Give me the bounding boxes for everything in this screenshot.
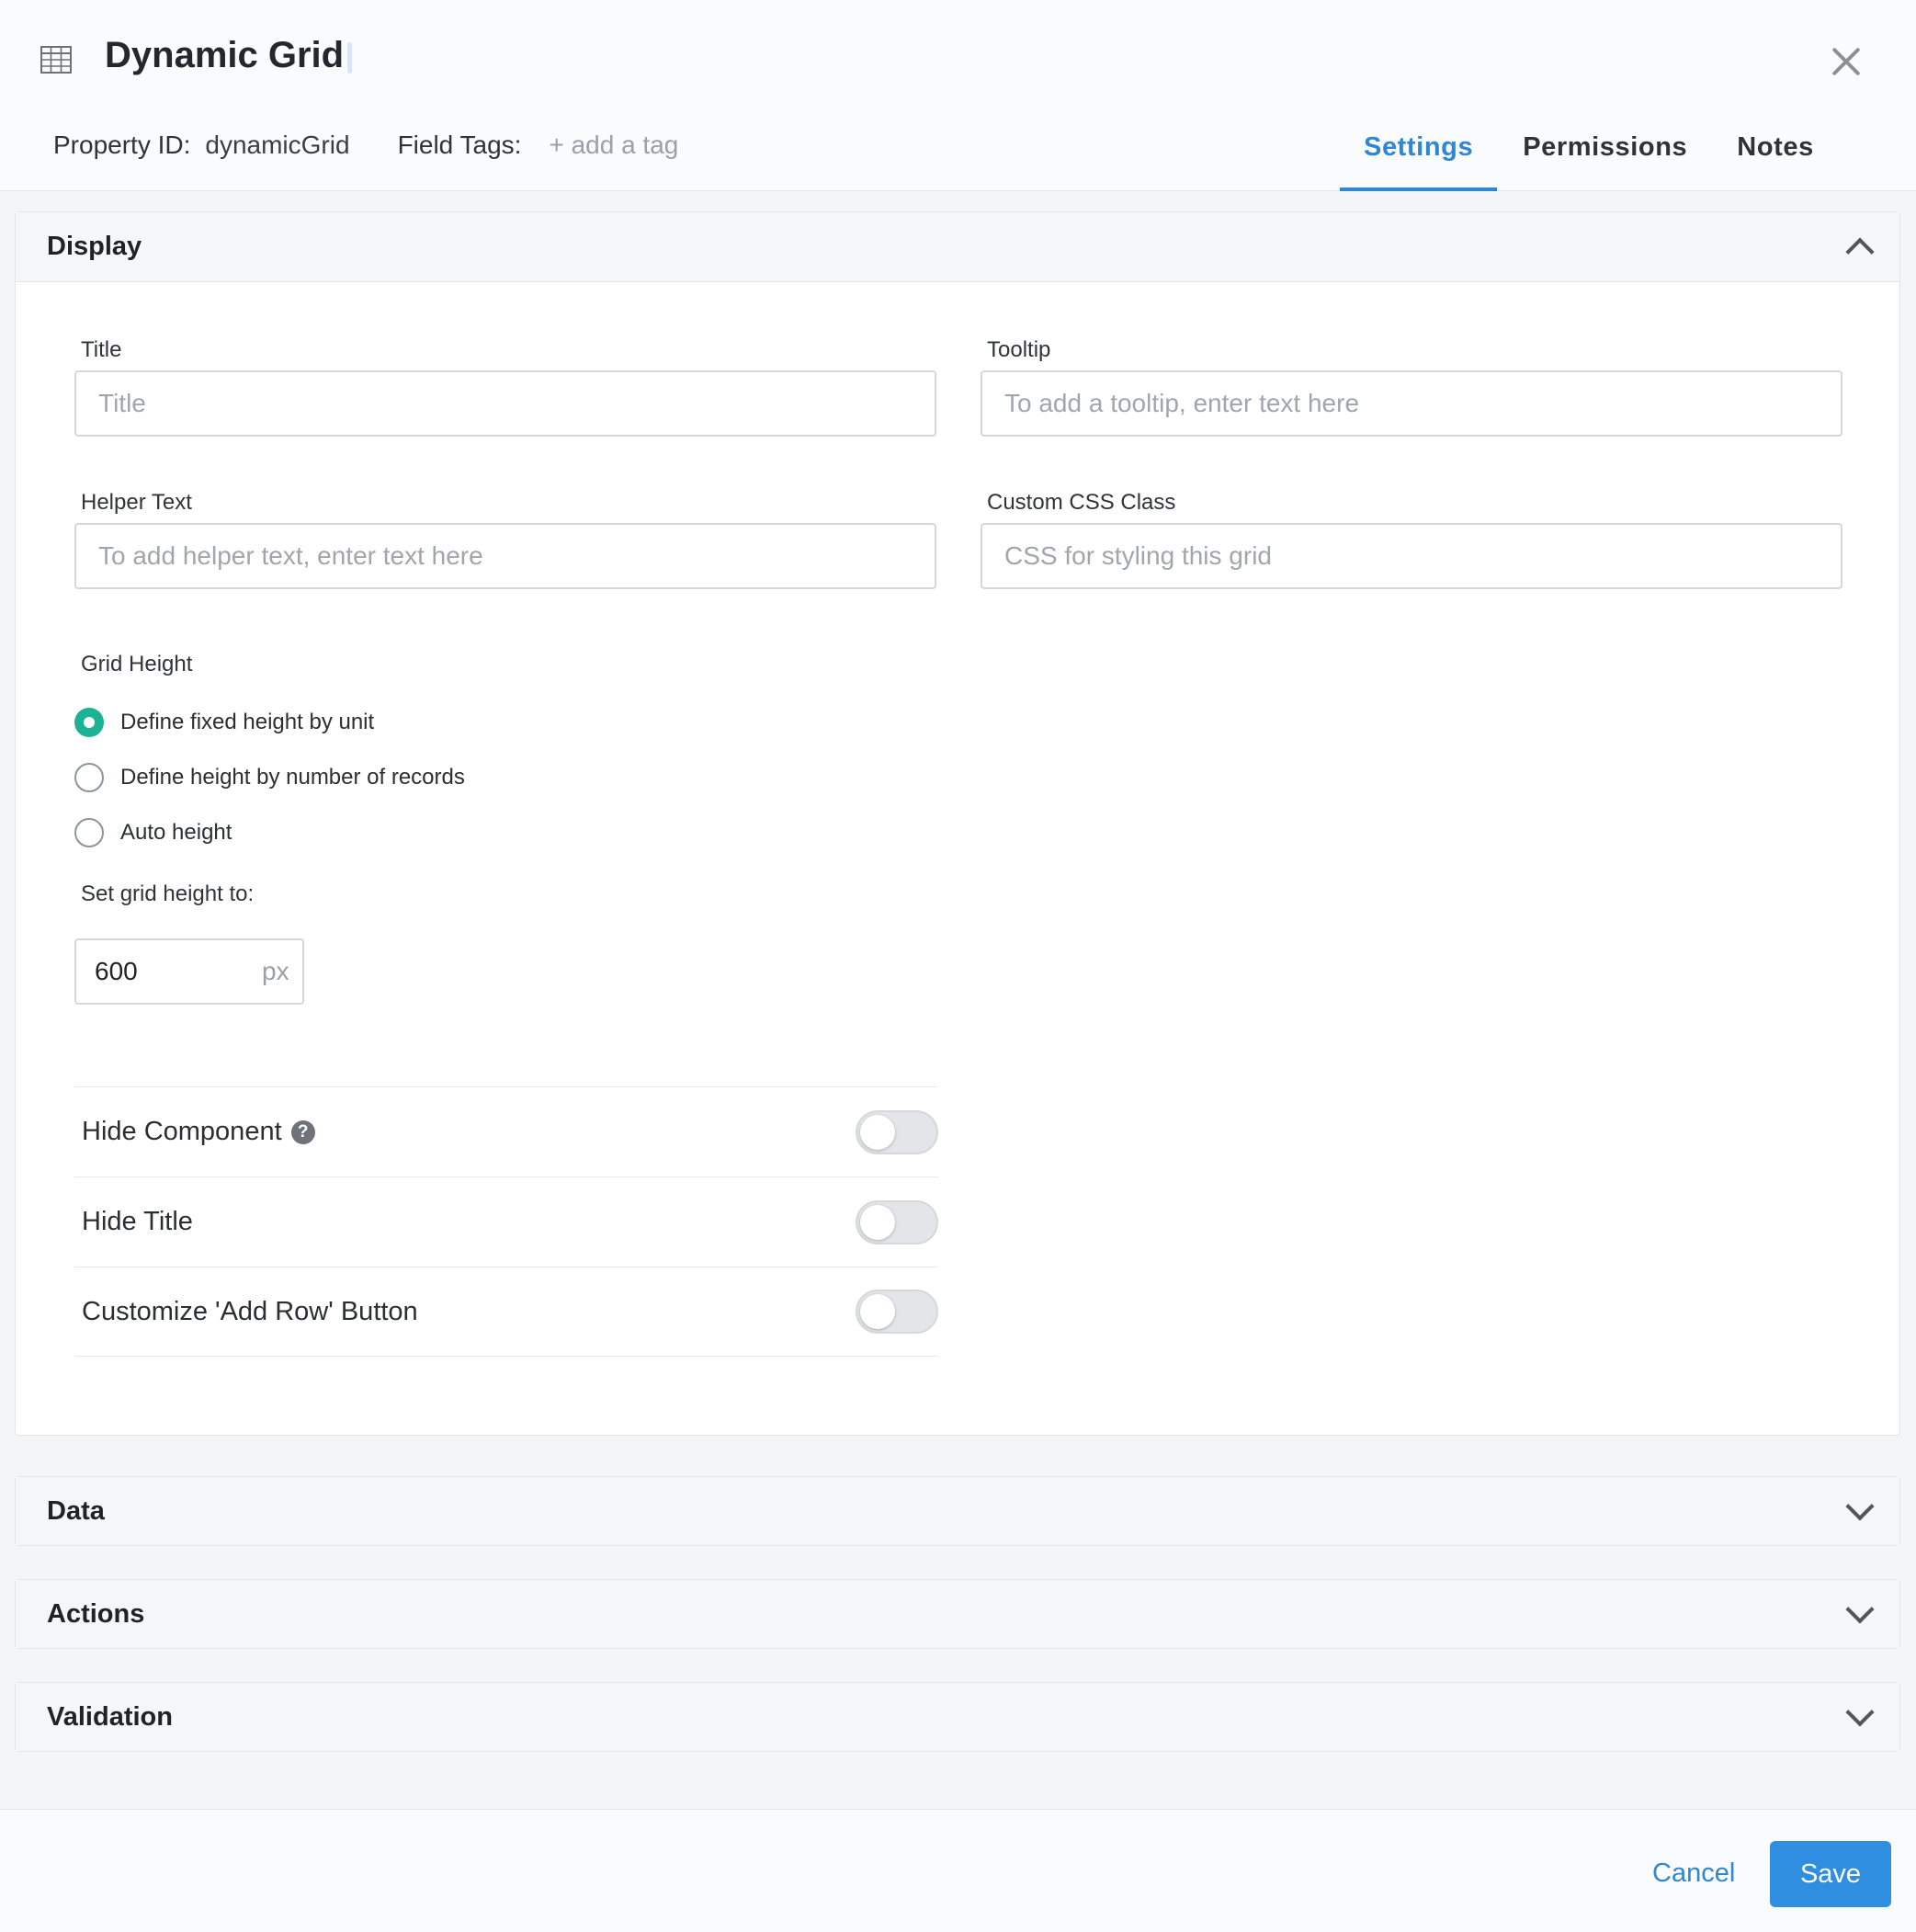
data-panel: Data — [15, 1476, 1900, 1546]
help-icon[interactable]: ? — [290, 1119, 315, 1144]
hide-title-label: Hide Title — [82, 1207, 193, 1236]
radio-label: Define fixed height by unit — [120, 710, 375, 734]
customize-add-row-label: Customize 'Add Row' Button — [82, 1296, 418, 1326]
validation-panel-title: Validation — [47, 1701, 173, 1732]
title-input[interactable] — [74, 370, 936, 437]
modal-footer: Cancel Save — [0, 1809, 1916, 1932]
hide-component-row: Hide Component ? — [74, 1086, 938, 1176]
radio-height-by-records[interactable]: Define height by number of records — [74, 763, 465, 792]
helper-text-label: Helper Text — [81, 490, 192, 515]
custom-css-label: Custom CSS Class — [987, 490, 1176, 515]
chevron-down-icon[interactable] — [1845, 1492, 1875, 1521]
hide-title-toggle[interactable] — [856, 1199, 938, 1244]
grid-height-input[interactable] — [95, 957, 260, 986]
field-settings-modal: Dynamic Grid Property ID: dynamicGrid Fi… — [0, 0, 1916, 1932]
tab-permissions[interactable]: Permissions — [1499, 119, 1711, 191]
field-tags-label: Field Tags: — [397, 131, 522, 159]
cancel-button[interactable]: Cancel — [1636, 1841, 1752, 1905]
radio-label: Define height by number of records — [120, 765, 465, 790]
radio-fixed-height[interactable]: Define fixed height by unit — [74, 708, 374, 737]
hide-component-toggle[interactable] — [856, 1109, 938, 1154]
grid-height-field: px — [74, 938, 304, 1005]
customize-add-row-row: Customize 'Add Row' Button — [74, 1267, 938, 1357]
custom-css-input[interactable] — [981, 523, 1842, 589]
actions-panel: Actions — [15, 1579, 1900, 1649]
radio-button[interactable] — [74, 818, 104, 847]
add-tag-link[interactable]: + add a tag — [549, 131, 678, 160]
customize-add-row-toggle[interactable] — [856, 1290, 938, 1334]
validation-panel-header[interactable]: Validation — [16, 1683, 1899, 1751]
radio-label: Auto height — [120, 820, 232, 845]
chevron-up-icon[interactable] — [1845, 236, 1875, 267]
close-icon[interactable] — [1831, 46, 1862, 77]
title-edit-caret — [347, 42, 352, 74]
tab-settings[interactable]: Settings — [1340, 119, 1498, 191]
actions-panel-header[interactable]: Actions — [16, 1580, 1899, 1648]
radio-auto-height[interactable]: Auto height — [74, 818, 232, 847]
validation-panel: Validation — [15, 1682, 1900, 1752]
modal-header: Dynamic Grid Property ID: dynamicGrid Fi… — [0, 0, 1916, 191]
tab-bar: Settings Permissions Notes — [1340, 119, 1838, 191]
save-button[interactable]: Save — [1770, 1841, 1891, 1907]
set-height-label: Set grid height to: — [81, 881, 255, 906]
title-field-label: Title — [81, 337, 122, 362]
radio-button[interactable] — [74, 763, 104, 792]
data-panel-header[interactable]: Data — [16, 1477, 1899, 1545]
chevron-down-icon[interactable] — [1845, 1698, 1875, 1727]
meta-row: Property ID: dynamicGrid Field Tags: + a… — [53, 131, 678, 160]
property-id-label: Property ID: — [53, 131, 191, 159]
modal-title: Dynamic Grid — [105, 35, 345, 75]
actions-panel-title: Actions — [47, 1598, 145, 1629]
chevron-down-icon[interactable] — [1845, 1595, 1875, 1624]
property-id-value: dynamicGrid — [205, 131, 350, 159]
grid-height-label: Grid Height — [81, 652, 193, 676]
table-grid-icon — [40, 46, 72, 74]
tab-notes[interactable]: Notes — [1713, 119, 1838, 191]
radio-button-checked[interactable] — [74, 708, 104, 737]
display-panel: Display Title Tooltip Helper Text Custom… — [15, 211, 1900, 1436]
helper-text-input[interactable] — [74, 523, 936, 589]
display-panel-title: Display — [47, 232, 142, 261]
tooltip-field-label: Tooltip — [987, 337, 1051, 362]
hide-component-label: Hide Component — [82, 1117, 282, 1146]
display-panel-header[interactable]: Display — [16, 212, 1899, 282]
tooltip-input[interactable] — [981, 370, 1842, 437]
data-panel-title: Data — [47, 1495, 105, 1526]
height-unit-label: px — [262, 957, 289, 985]
hide-title-row: Hide Title — [74, 1176, 938, 1267]
